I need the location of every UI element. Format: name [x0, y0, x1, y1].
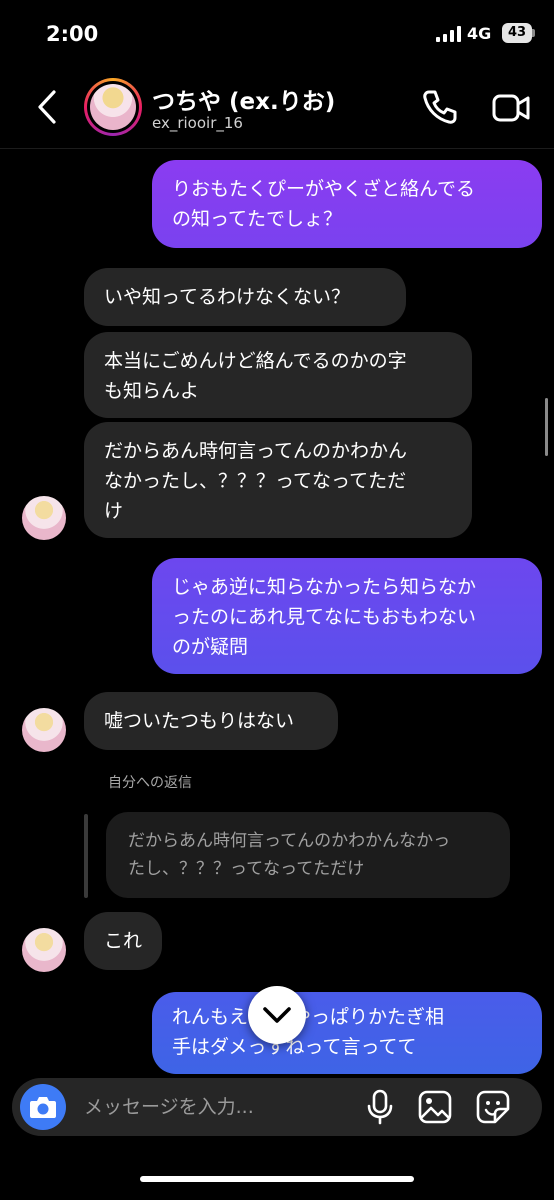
- chat-header: つちや (ex.りお) ex_riooir_16: [0, 68, 554, 149]
- message-sent[interactable]: れんもえ んにやっぱりかたぎ相 手はダメっすねって言ってて: [152, 992, 542, 1074]
- scroll-indicator[interactable]: [545, 398, 548, 456]
- sender-avatar[interactable]: [22, 928, 66, 972]
- reply-bar: [84, 814, 88, 898]
- status-bar: 2:00 4G 43: [0, 0, 554, 68]
- message-received[interactable]: 本当にごめんけど絡んでるのかの字 も知らんよ: [84, 332, 472, 418]
- contact-name[interactable]: つちや (ex.りお): [152, 82, 335, 116]
- message-composer: [12, 1078, 542, 1136]
- message-sent[interactable]: じゃあ逆に知らなかったら知らなか ったのにあれ見てなにもおもわない のが疑問: [152, 558, 542, 674]
- battery-icon: 43: [502, 23, 532, 43]
- chevron-down-icon: [263, 1007, 291, 1023]
- contact-username[interactable]: ex_riooir_16: [152, 114, 243, 132]
- sender-avatar[interactable]: [22, 496, 66, 540]
- home-indicator[interactable]: [140, 1176, 414, 1182]
- back-chevron-icon[interactable]: [28, 86, 68, 128]
- replied-message-preview[interactable]: だからあん時何言ってんのかわかんなかっ たし、？？？ってなってただけ: [106, 812, 510, 898]
- avatar-photo: [90, 84, 136, 130]
- status-time: 2:00: [46, 22, 99, 46]
- camera-button[interactable]: [20, 1084, 66, 1130]
- sticker-icon[interactable]: [474, 1088, 512, 1126]
- message-sent[interactable]: りおもたくぴーがやくざと絡んでる の知ってたでしょ？: [152, 160, 542, 248]
- message-received[interactable]: だからあん時何言ってんのかわかん なかったし、？？？ってなってただ け: [84, 422, 472, 538]
- message-received[interactable]: 嘘ついたつもりはない: [84, 692, 338, 750]
- message-input[interactable]: [84, 1092, 334, 1122]
- message-received[interactable]: いや知ってるわけなくない？: [84, 268, 406, 326]
- gallery-icon[interactable]: [416, 1088, 454, 1126]
- video-camera-icon[interactable]: [490, 88, 532, 128]
- phone-icon[interactable]: [418, 86, 460, 128]
- scroll-to-bottom-button[interactable]: [248, 986, 306, 1044]
- camera-icon: [30, 1097, 56, 1118]
- network-type: 4G: [467, 24, 492, 43]
- signal-icon: [436, 26, 461, 42]
- sender-avatar[interactable]: [22, 708, 66, 752]
- battery-tip: [532, 29, 535, 37]
- microphone-icon[interactable]: [362, 1088, 398, 1126]
- message-received[interactable]: これ: [84, 912, 162, 970]
- reply-label: 自分への返信: [108, 775, 192, 791]
- contact-avatar[interactable]: [84, 78, 142, 136]
